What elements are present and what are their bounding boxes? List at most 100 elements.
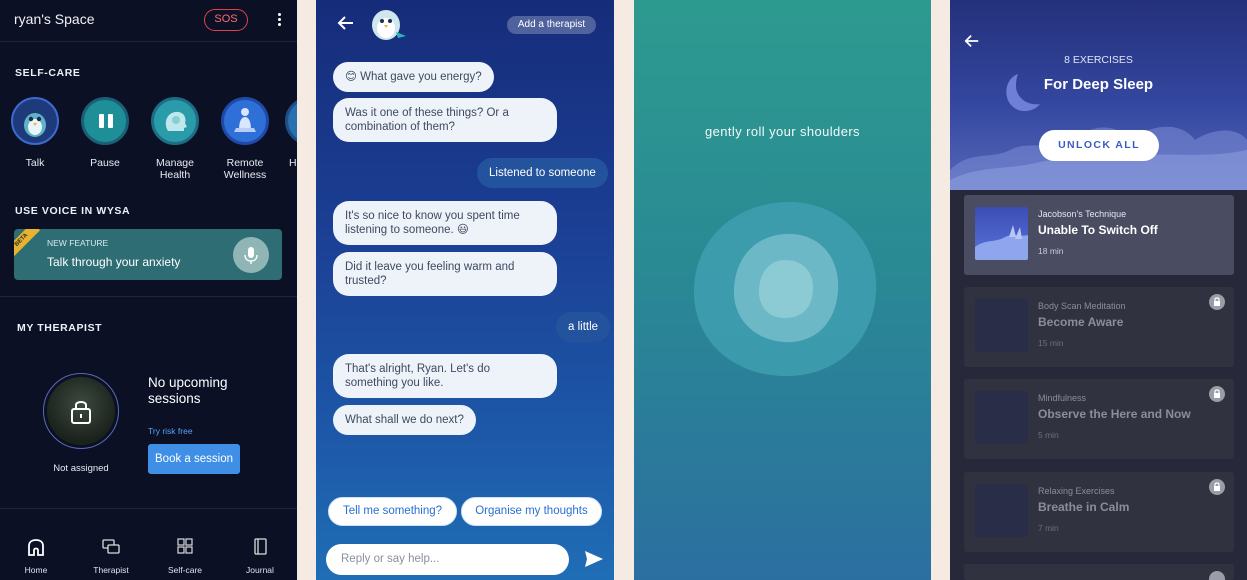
nav-therapist[interactable]: Therapist	[81, 538, 141, 575]
nav-selfcare[interactable]: Self-care	[155, 538, 215, 575]
reply-input[interactable]: Reply or say help...	[326, 544, 569, 575]
more-options-icon[interactable]	[272, 11, 286, 31]
book-session-button[interactable]: Book a session	[148, 444, 240, 474]
send-icon[interactable]	[584, 550, 604, 568]
therapist-heading: MY THERAPIST	[17, 322, 103, 334]
exercise-duration: 15 min	[1038, 338, 1064, 348]
lock-icon	[1209, 294, 1225, 310]
chat-screen: Add a therapist 😊 What gave you energy? …	[316, 0, 614, 580]
lock-icon	[1209, 571, 1225, 580]
sessions-text: No upcoming sessions	[148, 375, 228, 406]
exercise-thumbnail	[975, 484, 1028, 537]
nav-home[interactable]: Home	[6, 538, 66, 575]
nav-label: Home	[24, 565, 48, 575]
exercise-card-partial[interactable]	[964, 564, 1234, 580]
nav-label: Self-care	[167, 565, 202, 575]
breathing-instruction: gently roll your shoulders	[705, 124, 860, 139]
selfcare-item-remote-wellness[interactable]: Remote Wellness	[215, 97, 275, 181]
exercise-category: Jacobson's Technique	[1038, 209, 1127, 219]
try-risk-free-link[interactable]: Try risk free	[148, 426, 193, 436]
therapist-avatar[interactable]	[43, 373, 119, 449]
exercise-count: 8 EXERCISES	[1064, 54, 1133, 66]
exercise-title: Unable To Switch Off	[1038, 223, 1158, 237]
bot-message: What shall we do next?	[333, 405, 476, 435]
selfcare-label: H	[289, 157, 297, 169]
exercise-category: Mindfulness	[1038, 393, 1087, 403]
lock-icon	[1209, 479, 1225, 495]
exercise-category: Relaxing Exercises	[1038, 486, 1115, 496]
selfcare-label: Remote Wellness	[223, 157, 267, 181]
new-feature-label: NEW FEATURE	[47, 238, 109, 248]
head-profile-icon	[151, 97, 199, 145]
voice-feature-card[interactable]: BETA NEW FEATURE Talk through your anxie…	[14, 229, 282, 280]
nav-journal[interactable]: Journal	[230, 538, 290, 575]
exercise-card[interactable]: Mindfulness Observe the Here and Now 5 m…	[964, 379, 1234, 459]
exercise-duration: 7 min	[1038, 523, 1059, 533]
nav-label: Journal	[246, 565, 274, 575]
back-arrow-icon[interactable]	[964, 33, 980, 49]
breathing-blob	[693, 201, 877, 377]
selfcare-item-manage-health[interactable]: Manage Health	[145, 97, 205, 181]
quick-reply-chip[interactable]: Tell me something?	[328, 497, 457, 526]
collection-title: For Deep Sleep	[1043, 76, 1154, 93]
user-message: a little	[556, 312, 611, 342]
selfcare-label: Pause	[90, 157, 120, 169]
voice-card-text: Talk through your anxiety	[47, 255, 181, 269]
lock-icon	[71, 401, 91, 424]
exercise-thumbnail	[975, 391, 1028, 444]
unlock-all-button[interactable]: UNLOCK ALL	[1039, 130, 1159, 161]
selfcare-item-talk[interactable]: Talk	[5, 97, 65, 169]
breathing-screen: gently roll your shoulders	[634, 0, 931, 580]
lock-icon	[1209, 386, 1225, 402]
top-bar: ryan's Space SOS	[0, 0, 297, 42]
exercise-card[interactable]: Relaxing Exercises Breathe in Calm 7 min	[964, 472, 1234, 552]
voice-heading: USE VOICE IN WYSA	[15, 205, 131, 217]
back-arrow-icon[interactable]	[337, 14, 355, 32]
home-screen: ryan's Space SOS SELF-CARE Talk Pause Ma…	[0, 0, 297, 580]
selfcare-label: Talk	[25, 157, 45, 169]
wysa-penguin-avatar	[372, 10, 406, 40]
exercise-thumbnail	[975, 207, 1028, 260]
night-sky-banner	[950, 0, 1247, 190]
exercise-card[interactable]: Jacobson's Technique Unable To Switch Of…	[964, 195, 1234, 275]
beta-badge: BETA	[14, 229, 41, 259]
space-title: ryan's Space	[14, 11, 95, 27]
meditation-icon	[221, 97, 269, 145]
grid-icon	[177, 538, 193, 554]
bot-message: That's alright, Ryan. Let's do something…	[333, 354, 557, 398]
selfcare-label: Manage Health	[156, 157, 194, 181]
bottom-nav: Home Therapist Self-care Journal	[0, 530, 297, 580]
bot-message: Did it leave you feeling warm and truste…	[333, 252, 557, 296]
selfcare-heading: SELF-CARE	[15, 67, 81, 79]
chat-bubbles-icon	[102, 539, 120, 554]
exercise-title: Breathe in Calm	[1038, 500, 1130, 514]
journal-icon	[254, 538, 267, 555]
pause-icon	[81, 97, 129, 145]
section-divider	[0, 296, 297, 297]
nav-label: Therapist	[93, 565, 129, 575]
exercise-thumbnail	[975, 299, 1028, 352]
sos-button[interactable]: SOS	[204, 9, 248, 31]
add-therapist-button[interactable]: Add a therapist	[507, 16, 596, 34]
quick-reply-chip[interactable]: Organise my thoughts	[461, 497, 602, 526]
partial-icon	[285, 97, 297, 145]
therapist-status: Not assigned	[53, 463, 109, 474]
selfcare-item-pause[interactable]: Pause	[75, 97, 135, 169]
home-icon	[28, 539, 44, 556]
bot-message: 😊 What gave you energy?	[333, 62, 494, 92]
exercise-duration: 5 min	[1038, 430, 1059, 440]
bot-message: It's so nice to know you spent time list…	[333, 201, 557, 245]
exercise-category: Body Scan Meditation	[1038, 301, 1126, 311]
user-message: Listened to someone	[477, 158, 608, 188]
section-divider	[0, 508, 297, 509]
exercise-title: Observe the Here and Now	[1038, 407, 1191, 421]
exercise-title: Become Aware	[1038, 315, 1124, 329]
microphone-button[interactable]	[233, 237, 269, 273]
exercise-duration: 18 min	[1038, 246, 1064, 256]
selfcare-item-partial[interactable]: H	[285, 97, 297, 169]
sleep-screen: 8 EXERCISES For Deep Sleep UNLOCK ALL Ja…	[950, 0, 1247, 580]
penguin-icon	[11, 97, 59, 145]
bot-message: Was it one of these things? Or a combina…	[333, 98, 557, 142]
microphone-icon	[244, 247, 258, 264]
exercise-card[interactable]: Body Scan Meditation Become Aware 15 min	[964, 287, 1234, 367]
